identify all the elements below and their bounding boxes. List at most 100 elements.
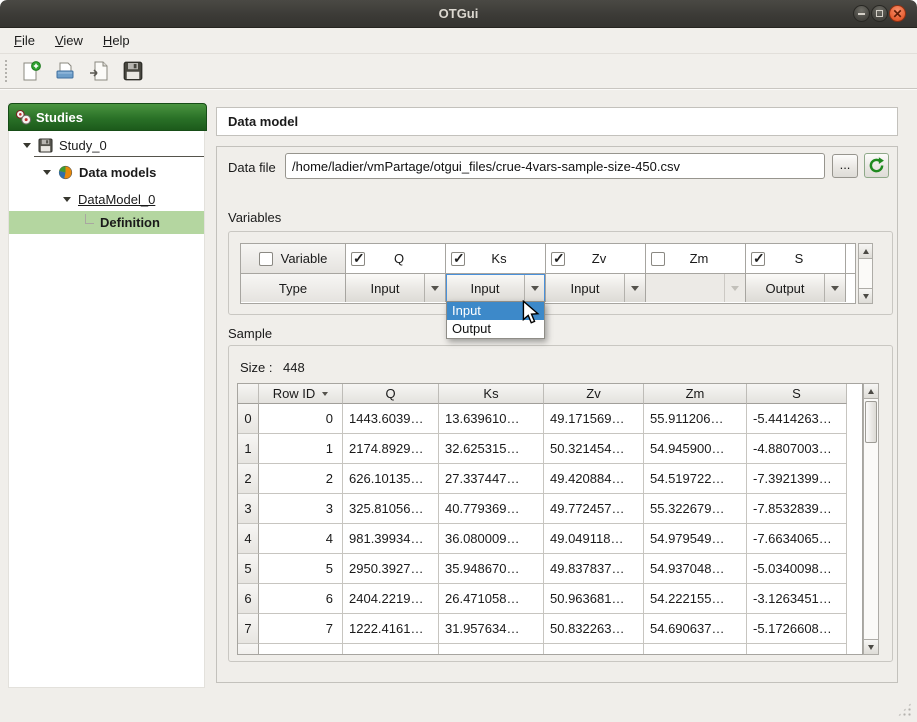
cell-zv: 49.772457…: [544, 494, 644, 524]
tree-item-study-0[interactable]: Study_0: [9, 134, 204, 157]
export-python-icon: [88, 60, 110, 82]
pie-icon: [58, 165, 73, 180]
type-combobox-s[interactable]: Output: [746, 274, 845, 302]
scroll-down-icon[interactable]: [864, 639, 878, 654]
cell-ks: 40.779369…: [439, 494, 544, 524]
cell-ks: 27.337447…: [439, 464, 544, 494]
type-combobox-ks[interactable]: Input: [446, 274, 545, 302]
tree-item-definition[interactable]: Definition: [9, 211, 204, 234]
new-study-icon: [20, 60, 42, 82]
expand-arrow-icon[interactable]: [23, 143, 31, 148]
study-tree: Study_0 Data models DataModel_0 Definiti…: [9, 134, 204, 234]
combobox-value: Input: [446, 274, 524, 302]
variable-cell-zv: Zv: [546, 244, 646, 273]
cell-s: -5.0340098…: [747, 554, 847, 584]
type-combobox-q[interactable]: Input: [346, 274, 445, 302]
table-row[interactable]: 8 8 1494.9058… 28.035007… 49.407305… 54.…: [238, 644, 862, 655]
cell-ks: 32.625315…: [439, 434, 544, 464]
chevron-down-icon[interactable]: [424, 274, 445, 302]
chevron-down-icon[interactable]: [524, 274, 545, 302]
variables-scrollbar[interactable]: [858, 243, 873, 304]
cell-s: -5.1726608…: [747, 614, 847, 644]
sample-scrollbar[interactable]: [863, 383, 879, 655]
chevron-down-icon[interactable]: [824, 274, 845, 302]
reload-icon: [868, 157, 885, 174]
browse-button[interactable]: ...: [832, 154, 858, 178]
tree-item-data-models[interactable]: Data models: [9, 161, 204, 184]
tree-item-datamodel-0[interactable]: DataModel_0: [9, 188, 204, 211]
row-header: 2: [238, 464, 259, 494]
table-row[interactable]: 4 4 981.39934… 36.080009… 49.049118… 54.…: [238, 524, 862, 554]
sample-table-header: Row ID Q Ks Zv Zm S: [238, 384, 862, 404]
scroll-down-icon[interactable]: [859, 288, 872, 303]
scroll-up-icon[interactable]: [859, 244, 872, 259]
table-row[interactable]: 3 3 325.81056… 40.779369… 49.772457… 55.…: [238, 494, 862, 524]
toolbar-drag-handle[interactable]: [5, 60, 8, 82]
menu-file[interactable]: File: [4, 29, 45, 52]
cell-ks: 26.471058…: [439, 584, 544, 614]
expand-arrow-icon[interactable]: [63, 197, 71, 202]
select-all-checkbox[interactable]: [259, 252, 273, 266]
open-study-button[interactable]: [50, 57, 80, 85]
scroll-up-icon[interactable]: [864, 384, 878, 399]
cell-q: 981.39934…: [343, 524, 439, 554]
row-header: 0: [238, 404, 259, 434]
reload-button[interactable]: [864, 153, 889, 178]
scrollbar-thumb[interactable]: [865, 401, 877, 443]
table-row[interactable]: 5 5 2950.3927… 35.948670… 49.837837… 54.…: [238, 554, 862, 584]
variable-header-cell: Variable: [241, 244, 346, 273]
title-bar[interactable]: OTGui ✕: [0, 0, 917, 28]
chevron-down-icon[interactable]: [624, 274, 645, 302]
cell-s: -3.1263451…: [747, 584, 847, 614]
new-study-button[interactable]: [16, 57, 46, 85]
variable-checkbox-zm[interactable]: [651, 252, 665, 266]
column-header-label: Zv: [586, 386, 600, 401]
column-header-q[interactable]: Q: [343, 384, 439, 404]
minimize-icon: [858, 13, 865, 15]
expand-arrow-icon[interactable]: [43, 170, 51, 175]
floppy-icon: [38, 138, 53, 153]
menu-help[interactable]: Help: [93, 29, 140, 52]
cell-rowid: 3: [259, 494, 343, 524]
open-study-icon: [54, 60, 76, 82]
minimize-button[interactable]: [853, 5, 870, 22]
data-file-input[interactable]: [285, 153, 825, 179]
table-row[interactable]: 7 7 1222.4161… 31.957634… 50.832263… 54.…: [238, 614, 862, 644]
column-header-s[interactable]: S: [747, 384, 847, 404]
column-header-zm[interactable]: Zm: [644, 384, 747, 404]
variable-cell-q: Q: [346, 244, 446, 273]
cell-zm: 54.945900…: [644, 434, 747, 464]
row-header: 5: [238, 554, 259, 584]
table-row[interactable]: 2 2 626.10135… 27.337447… 49.420884… 54.…: [238, 464, 862, 494]
column-header-zv[interactable]: Zv: [544, 384, 644, 404]
studies-title: Studies: [36, 110, 83, 125]
variable-checkbox-q[interactable]: [351, 252, 365, 266]
cell-s: -6.2633733…: [747, 644, 847, 655]
corner-header-cell: [238, 384, 259, 404]
cell-zm: 54.979549…: [644, 524, 747, 554]
variable-checkbox-zv[interactable]: [551, 252, 565, 266]
maximize-button[interactable]: [871, 5, 888, 22]
cell-s: -7.6634065…: [747, 524, 847, 554]
cell-s: -7.8532839…: [747, 494, 847, 524]
cell-rowid: 8: [259, 644, 343, 655]
cell-ks: 28.035007…: [439, 644, 544, 655]
variable-checkbox-ks[interactable]: [451, 252, 465, 266]
variable-cell-s: S: [746, 244, 846, 273]
variable-type-row: Type Input Input Input: [241, 273, 855, 302]
type-combobox-zv[interactable]: Input: [546, 274, 645, 302]
column-header-ks[interactable]: Ks: [439, 384, 544, 404]
save-icon: [123, 61, 143, 81]
column-header-rowid[interactable]: Row ID: [259, 384, 343, 404]
close-button[interactable]: ✕: [889, 5, 906, 22]
table-row[interactable]: 6 6 2404.2219… 26.471058… 50.963681… 54.…: [238, 584, 862, 614]
column-header-label: S: [792, 386, 801, 401]
export-python-button[interactable]: [84, 57, 114, 85]
table-row[interactable]: 1 1 2174.8929… 32.625315… 50.321454… 54.…: [238, 434, 862, 464]
variable-cell-zm: Zm: [646, 244, 746, 273]
variable-checkbox-s[interactable]: [751, 252, 765, 266]
table-row[interactable]: 0 0 1443.6039… 13.639610… 49.171569… 55.…: [238, 404, 862, 434]
save-button[interactable]: [118, 57, 148, 85]
resize-grip[interactable]: [897, 702, 912, 717]
menu-view[interactable]: View: [45, 29, 93, 52]
